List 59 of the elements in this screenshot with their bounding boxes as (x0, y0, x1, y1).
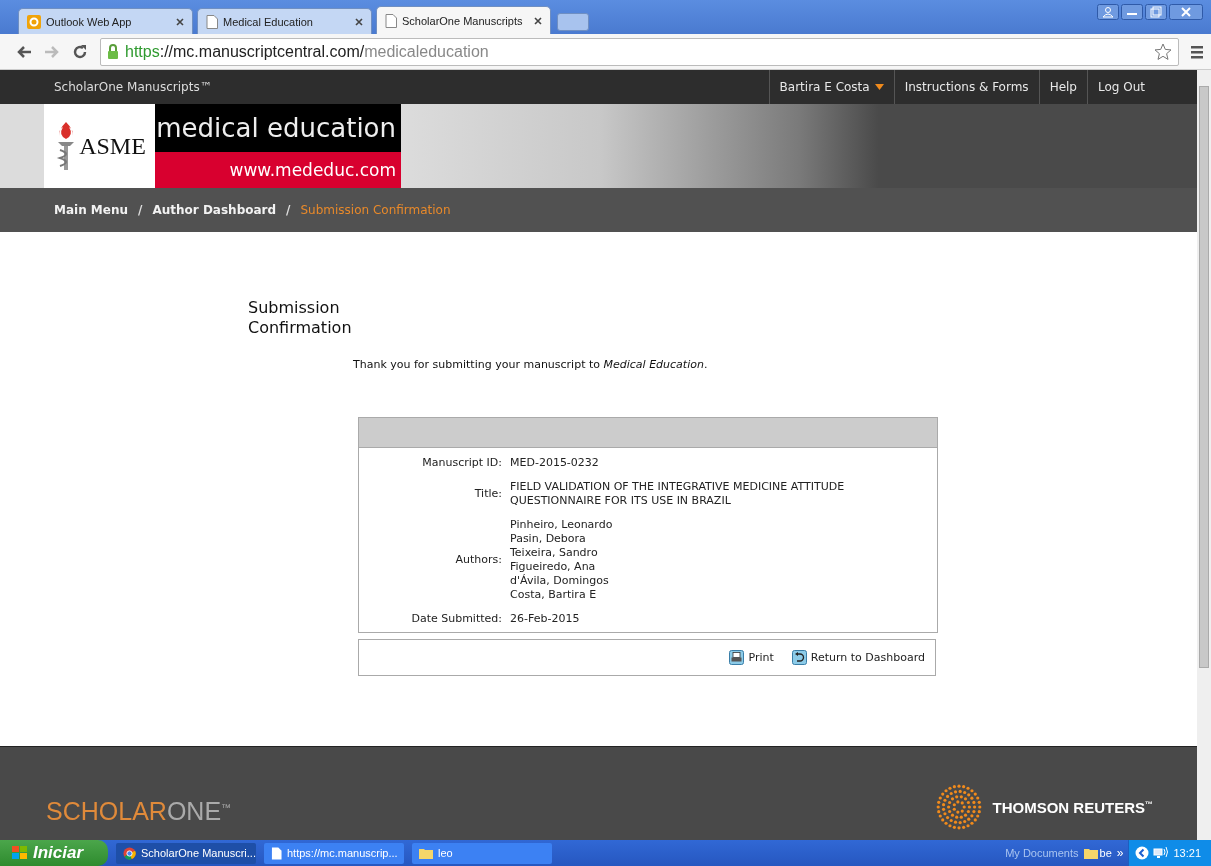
breadcrumb-separator: / (286, 203, 291, 217)
breadcrumb-link[interactable]: Author Dashboard (152, 203, 277, 217)
field-value: FIELD VALIDATION OF THE INTEGRATIVE MEDICINE ATTITUDE QUESTIONNAIRE FOR ITS USE IN BRAZIL (510, 480, 845, 508)
breadcrumb-link[interactable]: Main Menu (54, 203, 129, 217)
toolbar-label: My Documents (1005, 847, 1079, 859)
minimize-icon[interactable] (1121, 4, 1143, 20)
close-icon[interactable] (176, 17, 184, 26)
clock: 13:21 (1173, 847, 1201, 859)
society-logo: ASME (44, 104, 155, 188)
browser-icon (123, 846, 136, 860)
site-brand: ScholarOne Manuscripts™ (54, 80, 212, 94)
field-label: Authors: (454, 553, 502, 567)
taskbar-item[interactable]: https://mc.manuscrip... (264, 842, 404, 864)
restore-icon[interactable] (1145, 4, 1167, 20)
field-value: 26-Feb-2015 (510, 612, 580, 626)
taskbar-item[interactable]: ScholarOne Manuscri... (116, 842, 256, 864)
journal-website: www.mededuc.com (155, 152, 401, 188)
field-value: MED-2015-0232 (510, 456, 599, 470)
folder-icon (419, 847, 433, 859)
browser-tab[interactable]: Outlook Web App (18, 8, 193, 34)
network-icon[interactable] (1153, 846, 1170, 860)
action-link[interactable]: Print (729, 650, 774, 665)
close-icon[interactable] (1169, 4, 1203, 20)
field-label: Date Submitted: (410, 612, 502, 626)
user-icon[interactable] (1097, 4, 1119, 20)
field-label: Manuscript ID: (421, 456, 502, 470)
browser-tab[interactable]: ScholarOne Manuscripts (376, 6, 551, 34)
action-link[interactable]: Return to Dashboard (791, 650, 925, 665)
browser-tab[interactable]: Medical Education (197, 8, 372, 34)
lock-icon (107, 44, 119, 59)
close-icon[interactable] (534, 16, 542, 25)
outlook-icon (27, 14, 41, 29)
scrollbar[interactable] (1197, 70, 1211, 840)
folder-icon (1083, 847, 1098, 859)
breadcrumb-separator: / (138, 203, 143, 217)
menu-icon[interactable] (1191, 44, 1203, 59)
star-icon[interactable] (1154, 42, 1172, 61)
partner-logo: THOMSON REUTERS$^{™}$ (992, 798, 1153, 816)
start-button[interactable]: Iniciar (0, 840, 108, 866)
reload-icon[interactable] (72, 43, 88, 60)
field-value: Pinheiro, Leonardo Pasin, Debora Teixeira, Sandro Figueiredo, Ana d'Ávila, Domingos Costa, Bartira E (510, 518, 613, 602)
journal-name: medical education (155, 104, 401, 152)
confirmation-message: Thank you for submitting your manuscript to Medical Education. (353, 358, 709, 371)
more-button[interactable]: » (1116, 846, 1124, 860)
page-icon (385, 13, 397, 28)
back-icon[interactable] (16, 44, 32, 59)
address-field[interactable]: https://mc.manuscriptcentral.com/medicaleducation (100, 37, 1179, 66)
taskbar-item[interactable]: leo (412, 842, 552, 864)
toolbar-folder[interactable]: be (1083, 847, 1112, 859)
chevron-icon[interactable] (1135, 846, 1150, 860)
page-title: Submission Confirmation (248, 298, 353, 338)
return-icon (791, 650, 807, 665)
close-icon[interactable] (355, 17, 363, 26)
field-label: Title: (473, 487, 502, 501)
page-icon (206, 14, 218, 29)
footer-logo: SCHOLARONE$^{™}$ (46, 797, 232, 826)
printer-icon (729, 650, 745, 665)
page-icon (271, 846, 282, 860)
windows-logo-icon (12, 846, 28, 860)
